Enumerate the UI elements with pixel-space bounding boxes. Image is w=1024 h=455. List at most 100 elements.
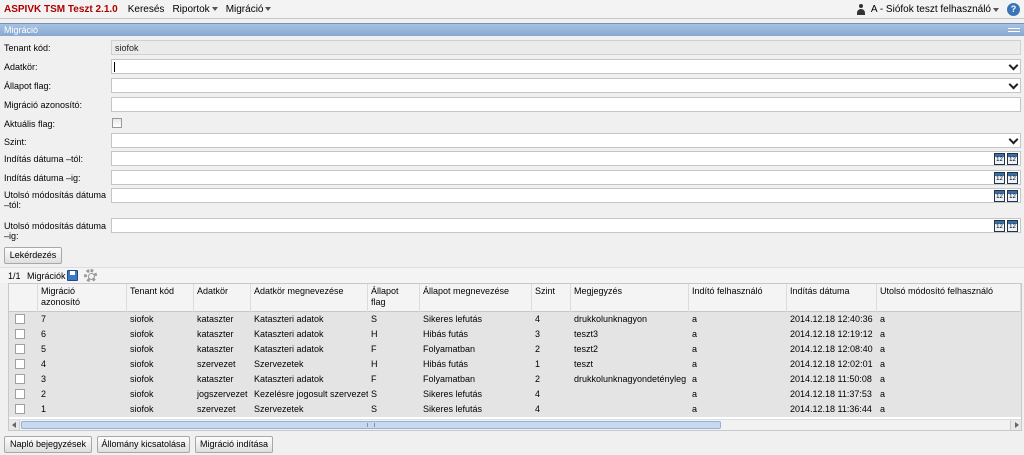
column-header-text: Állapot xyxy=(371,286,399,296)
table-cell: 2014.12.18 12:08:40 xyxy=(790,344,873,354)
scroll-left-icon[interactable] xyxy=(9,420,20,430)
calendar-icon[interactable]: 12 xyxy=(994,190,1005,202)
form-row-aktualis: Aktuális flag: xyxy=(0,116,1024,131)
table-cell: a xyxy=(692,344,698,354)
utolso-ig-input[interactable]: 12 12 xyxy=(111,218,1021,233)
adatkor-label: Adatkör: xyxy=(4,62,38,72)
table-row[interactable]: 5 siofok kataszter Kataszteri adatok F Folyam… xyxy=(9,342,1021,357)
column-header-text: Szint xyxy=(535,286,556,296)
table-row[interactable]: 1 siofok szervezet Szervezetek S Sikeres lefu… xyxy=(9,402,1021,417)
menu-migracio-label: Migráció xyxy=(225,3,264,15)
table-cell: Szervezetek xyxy=(254,404,304,414)
indit-ig-input[interactable]: 12 12 xyxy=(111,170,1021,185)
calendar-icon[interactable]: 12 xyxy=(1007,220,1018,232)
query-button[interactable]: Lekérdezés xyxy=(4,247,62,264)
column-header-4[interactable]: Adatkör megnevezése xyxy=(251,284,368,312)
row-checkbox[interactable] xyxy=(15,404,25,414)
utolso-tol-input[interactable]: 12 12 xyxy=(111,188,1021,203)
table-cell: Sikeres lefutás xyxy=(423,314,483,324)
menu-riportok[interactable]: Riportok xyxy=(172,4,218,15)
column-header-1[interactable]: Migráció azonosító xyxy=(38,284,127,312)
chevron-down-icon[interactable] xyxy=(1008,134,1019,145)
form-row-indit-ig: Indítás dátuma –ig: 12 12 xyxy=(0,170,1024,185)
calendar-icon[interactable]: 12 xyxy=(1007,190,1018,202)
header-checkbox-col xyxy=(9,284,38,312)
table-cell: siofok xyxy=(130,374,154,384)
indit-tol-input[interactable]: 12 12 xyxy=(111,151,1021,166)
utolso-ig-label-line2: –ig: xyxy=(4,231,19,241)
szint-select[interactable] xyxy=(111,133,1021,148)
table-row[interactable]: 6 siofok kataszter Kataszteri adatok H Hibás … xyxy=(9,327,1021,342)
calendar-icon[interactable]: 12 xyxy=(994,153,1005,165)
allapot-select[interactable] xyxy=(111,78,1021,93)
table-row[interactable]: 7 siofok kataszter Kataszteri adatok S Sikere… xyxy=(9,312,1021,327)
menu-kereses[interactable]: Keresés xyxy=(128,4,165,15)
attach-button[interactable]: Állomány kicsatolása xyxy=(97,436,190,453)
table-cell: 5 xyxy=(41,344,47,354)
form-row-migr-id: Migráció azonosító: xyxy=(0,97,1024,112)
calendar-icon[interactable]: 12 xyxy=(994,220,1005,232)
table-cell: a xyxy=(880,404,886,414)
column-header-11[interactable]: Utolsó módosító felhasználó xyxy=(877,284,1021,312)
start-migration-button[interactable]: Migráció indítása xyxy=(195,436,273,453)
table-cell: 2014.12.18 11:37:53 xyxy=(790,389,872,399)
table-cell: S xyxy=(371,404,378,414)
column-header-7[interactable]: Szint xyxy=(532,284,571,312)
horizontal-scrollbar[interactable] xyxy=(9,419,1021,430)
column-header-3[interactable]: Adatkör xyxy=(194,284,251,312)
migr-id-input[interactable] xyxy=(111,97,1021,112)
gear-icon[interactable] xyxy=(84,269,97,282)
table-cell: siofok xyxy=(130,344,154,354)
table-cell: kataszter xyxy=(197,329,234,339)
chevron-down-icon xyxy=(211,7,218,11)
table-cell: 1 xyxy=(41,404,47,414)
scroll-right-icon[interactable] xyxy=(1010,420,1021,430)
table-row[interactable]: 2 siofok jogszervezet Kezelésre jogosult sz… xyxy=(9,387,1021,402)
column-header-text: Adatkör xyxy=(197,286,229,296)
table-cell: F xyxy=(371,344,377,354)
table-cell: S xyxy=(371,389,378,399)
column-header-6[interactable]: Állapot megnevezése xyxy=(420,284,532,312)
table-cell: S xyxy=(371,314,378,324)
scrollbar-thumb[interactable] xyxy=(21,421,721,429)
calendar-icon[interactable]: 12 xyxy=(1007,153,1018,165)
chevron-down-icon[interactable] xyxy=(1008,60,1019,71)
table-row[interactable]: 3 siofok kataszter Kataszteri adatok F Folyam… xyxy=(9,372,1021,387)
row-checkbox[interactable] xyxy=(15,359,25,369)
column-header-2[interactable]: Tenant kód xyxy=(127,284,194,312)
user-menu[interactable]: A - Siófok teszt felhasználó ? xyxy=(856,0,1020,19)
adatkor-select[interactable] xyxy=(111,59,1021,74)
save-icon[interactable] xyxy=(67,270,78,281)
row-checkbox[interactable] xyxy=(15,329,25,339)
column-header-text: Migráció xyxy=(41,286,76,296)
column-header-10[interactable]: Indítás dátuma xyxy=(787,284,877,312)
column-header-12[interactable]: Utolsó xyxy=(1021,284,1022,312)
calendar-icon[interactable]: 12 xyxy=(1007,172,1018,184)
help-icon[interactable]: ? xyxy=(1007,3,1020,16)
menu-migracio[interactable]: Migráció xyxy=(226,4,272,15)
table-cell: a xyxy=(692,404,698,414)
column-header-8[interactable]: Megjegyzés xyxy=(571,284,689,312)
row-checkbox[interactable] xyxy=(15,314,25,324)
table-cell: 2014. xyxy=(1021,357,1022,372)
log-button[interactable]: Napló bejegyzések xyxy=(4,436,92,453)
column-header-9[interactable]: Indító felhasználó xyxy=(689,284,787,312)
calendar-icon[interactable]: 12 xyxy=(994,172,1005,184)
utolso-tol-label-line2: –tól: xyxy=(4,200,22,210)
row-checkbox[interactable] xyxy=(15,344,25,354)
row-checkbox[interactable] xyxy=(15,374,25,384)
row-checkbox[interactable] xyxy=(15,389,25,399)
column-header-5[interactable]: Állapot flag xyxy=(368,284,420,312)
aktualis-checkbox[interactable] xyxy=(112,118,122,128)
table-row[interactable]: 4 siofok szervezet Szervezetek H Hibás futás 1… xyxy=(9,357,1022,372)
collapse-icon[interactable] xyxy=(1008,28,1020,32)
table-cell: siofok xyxy=(130,329,154,339)
chevron-down-icon xyxy=(993,7,999,12)
table-cell: kataszter xyxy=(197,314,234,324)
chevron-down-icon[interactable] xyxy=(1008,79,1019,90)
table-cell: a xyxy=(692,329,698,339)
grid-header: Migráció azonosító Tenant kód Adatkör Adatkö… xyxy=(9,284,1022,312)
table-cell: kataszter xyxy=(197,374,234,384)
form-row-utolso-tol: Utolsó módosítás dátuma –tól: 12 12 xyxy=(0,188,1024,213)
calendar-icon-text: 12 xyxy=(1009,176,1016,182)
